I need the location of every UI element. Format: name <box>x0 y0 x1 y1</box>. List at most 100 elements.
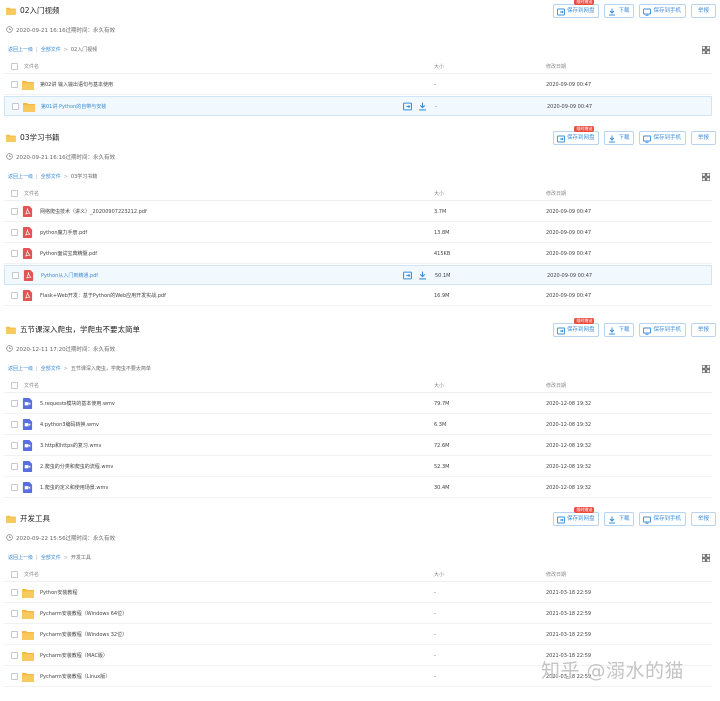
file-row[interactable]: Python从入门到精通.pdf 50.1M 2020-09-09 00:47 <box>4 265 712 285</box>
file-row[interactable]: 网络爬虫技术（讲义）_20200907223212.pdf 3.7M 2020-09… <box>4 202 712 222</box>
save-to-netdisk-button[interactable]: 保存到网盘 限时赠送 <box>552 507 600 526</box>
file-row[interactable]: 5.requests模块的基本使用.wmv 79.7M 2020-12-08 19:… <box>4 394 712 414</box>
row-checkbox[interactable] <box>11 421 18 428</box>
column-header-date[interactable]: 修改日期 <box>546 63 566 71</box>
grid-view-icon[interactable] <box>701 553 711 563</box>
row-checkbox[interactable] <box>11 81 18 88</box>
file-name[interactable]: 5.requests模块的基本使用.wmv <box>40 400 115 408</box>
file-name[interactable]: 2.爬虫的分类和爬虫的流程.wmv <box>40 463 113 471</box>
row-checkbox[interactable] <box>11 589 18 596</box>
file-name[interactable]: 第02讲 输入输出语句与基本使用 <box>40 81 113 89</box>
column-header-name[interactable]: 文件名 <box>24 190 39 198</box>
crumb-back-link[interactable]: 返回上一级 <box>8 47 33 53</box>
file-name[interactable]: Python安装教程 <box>40 589 77 597</box>
download-icon[interactable] <box>418 271 427 280</box>
row-checkbox[interactable] <box>11 400 18 407</box>
save-to-phone-button[interactable]: 保存到手机 <box>639 323 686 337</box>
file-name[interactable]: Pycharm安装教程（Linux版） <box>40 673 110 681</box>
row-checkbox[interactable] <box>11 631 18 638</box>
grid-view-icon[interactable] <box>701 45 711 55</box>
file-name[interactable]: Pycharm安装教程（MAC版） <box>40 652 108 660</box>
file-name[interactable]: Pycharm安装教程（Windows 64位） <box>40 610 127 618</box>
file-row[interactable]: 3.http和https的复习.wmv 72.6M 2020-12-08 19:32 <box>4 436 712 456</box>
select-all-checkbox[interactable] <box>11 190 18 197</box>
column-header-date[interactable]: 修改日期 <box>546 571 566 579</box>
crumb-all-files-link[interactable]: 全部文件 <box>41 366 61 372</box>
grid-view-icon[interactable] <box>701 364 711 374</box>
row-checkbox[interactable] <box>11 208 18 215</box>
column-header-size[interactable]: 大小 <box>434 571 444 579</box>
file-name[interactable]: Python面试宝典精髓.pdf <box>40 250 97 258</box>
column-header-name[interactable]: 文件名 <box>24 63 39 71</box>
grid-view-icon[interactable] <box>701 172 711 182</box>
save-to-phone-button[interactable]: 保存到手机 <box>639 4 686 18</box>
row-checkbox[interactable] <box>11 229 18 236</box>
file-name[interactable]: Python从入门到精通.pdf <box>41 272 98 280</box>
save-to-netdisk-icon[interactable] <box>403 102 412 111</box>
file-name[interactable]: 4.python3编码转换.wmv <box>40 421 99 429</box>
save-to-phone-button[interactable]: 保存到手机 <box>639 131 686 145</box>
file-name[interactable]: 3.http和https的复习.wmv <box>40 442 101 450</box>
file-row[interactable]: 2.爬虫的分类和爬虫的流程.wmv 52.3M 2020-12-08 19:32 <box>4 457 712 477</box>
crumb-all-files-link[interactable]: 全部文件 <box>41 47 61 53</box>
download-icon <box>608 516 616 524</box>
file-size: 30.4M <box>434 485 450 491</box>
save-to-netdisk-button[interactable]: 保存到网盘 限时赠送 <box>552 318 600 337</box>
column-header-date[interactable]: 修改日期 <box>546 190 566 198</box>
file-row[interactable]: 4.python3编码转换.wmv 6.3M 2020-12-08 19:32 <box>4 415 712 435</box>
file-row[interactable]: Python安装教程 - 2021-03-18 22:59 <box>4 583 712 603</box>
column-header-name[interactable]: 文件名 <box>24 571 39 579</box>
file-name[interactable]: 第01讲 Python的自带与安装 <box>41 103 106 111</box>
download-button[interactable]: 下载 <box>604 4 635 18</box>
file-row[interactable]: 1.爬虫的定义和使用场景.wmv 30.4M 2020-12-08 19:32 <box>4 478 712 498</box>
crumb-back-link[interactable]: 返回上一级 <box>8 174 33 180</box>
download-button[interactable]: 下载 <box>604 512 635 526</box>
file-row[interactable]: Flask+Web开发：基于Python的Web应用开发实战.pdf 16.9M 2… <box>4 286 712 306</box>
select-all-checkbox[interactable] <box>11 382 18 389</box>
column-header-date[interactable]: 修改日期 <box>546 382 566 390</box>
report-button[interactable]: 举报 <box>690 131 716 145</box>
save-to-netdisk-button[interactable]: 保存到网盘 限时赠送 <box>552 126 600 145</box>
row-checkbox[interactable] <box>11 463 18 470</box>
crumb-all-files-link[interactable]: 全部文件 <box>41 174 61 180</box>
file-row[interactable]: python魔力手册.pdf 13.8M 2020-09-09 00:47 <box>4 223 712 243</box>
report-button[interactable]: 举报 <box>690 323 716 337</box>
save-to-phone-button[interactable]: 保存到手机 <box>639 512 686 526</box>
file-row[interactable]: 第01讲 Python的自带与安装 - 2020-09-09 00:47 <box>4 96 712 116</box>
save-to-netdisk-icon[interactable] <box>403 271 412 280</box>
crumb-back-link[interactable]: 返回上一级 <box>8 555 33 561</box>
row-checkbox[interactable] <box>11 673 18 680</box>
file-row[interactable]: 第02讲 输入输出语句与基本使用 - 2020-09-09 00:47 <box>4 75 712 95</box>
file-name[interactable]: 1.爬虫的定义和使用场景.wmv <box>40 484 108 492</box>
crumb-back-link[interactable]: 返回上一级 <box>8 366 33 372</box>
file-name[interactable]: 网络爬虫技术（讲义）_20200907223212.pdf <box>40 208 147 216</box>
row-checkbox[interactable] <box>11 292 18 299</box>
column-header-name[interactable]: 文件名 <box>24 382 39 390</box>
select-all-checkbox[interactable] <box>11 571 18 578</box>
row-checkbox[interactable] <box>12 103 19 110</box>
download-icon[interactable] <box>418 102 427 111</box>
save-to-netdisk-button[interactable]: 保存到网盘 限时赠送 <box>552 0 600 18</box>
file-row[interactable]: Pycharm安装教程（Windows 64位） - 2021-03-18 22:5… <box>4 604 712 624</box>
file-row[interactable]: Pycharm安装教程（Windows 32位） - 2021-03-18 22:5… <box>4 625 712 645</box>
row-checkbox[interactable] <box>11 652 18 659</box>
file-size: - <box>434 674 436 680</box>
row-checkbox[interactable] <box>11 250 18 257</box>
report-button[interactable]: 举报 <box>690 4 716 18</box>
report-button[interactable]: 举报 <box>690 512 716 526</box>
file-name[interactable]: python魔力手册.pdf <box>40 229 87 237</box>
row-checkbox[interactable] <box>11 484 18 491</box>
column-header-size[interactable]: 大小 <box>434 63 444 71</box>
row-checkbox[interactable] <box>11 610 18 617</box>
file-name[interactable]: Pycharm安装教程（Windows 32位） <box>40 631 127 639</box>
crumb-all-files-link[interactable]: 全部文件 <box>41 555 61 561</box>
select-all-checkbox[interactable] <box>11 63 18 70</box>
column-header-size[interactable]: 大小 <box>434 190 444 198</box>
download-button[interactable]: 下载 <box>604 323 635 337</box>
file-name[interactable]: Flask+Web开发：基于Python的Web应用开发实战.pdf <box>40 292 166 300</box>
column-header-size[interactable]: 大小 <box>434 382 444 390</box>
file-row[interactable]: Python面试宝典精髓.pdf 415KB 2020-09-09 00:47 <box>4 244 712 264</box>
row-checkbox[interactable] <box>11 442 18 449</box>
download-button[interactable]: 下载 <box>604 131 635 145</box>
row-checkbox[interactable] <box>12 272 19 279</box>
